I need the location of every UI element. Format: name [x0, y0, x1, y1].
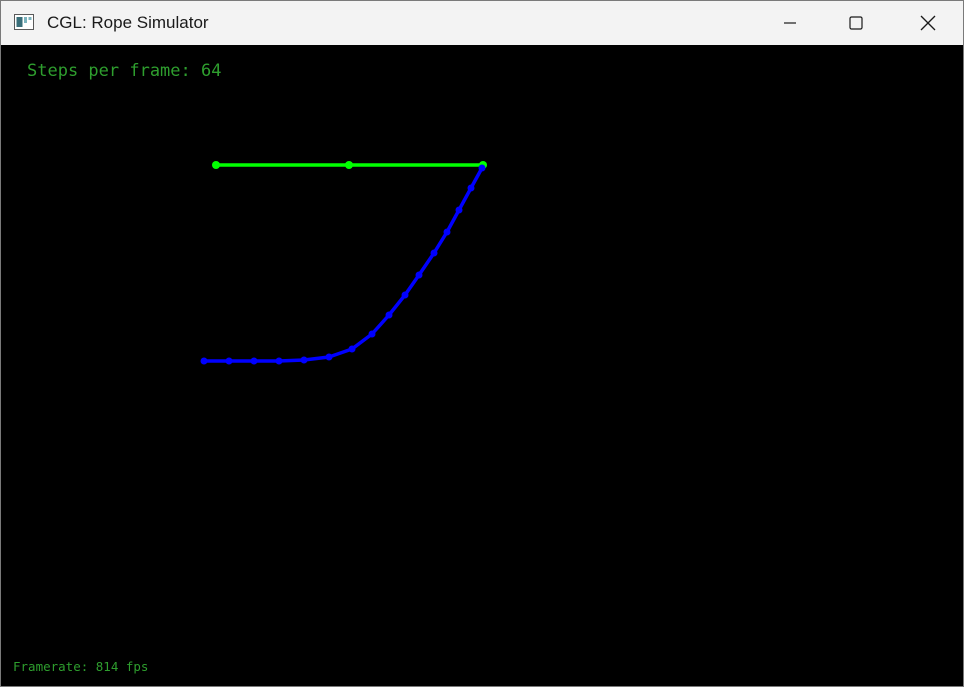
- blue-rope-node[interactable]: [275, 357, 283, 365]
- green-rope-node[interactable]: [345, 161, 353, 169]
- blue-rope-node[interactable]: [455, 206, 463, 214]
- green-rope-node[interactable]: [212, 161, 220, 169]
- steps-per-frame-label: Steps per frame: 64: [27, 61, 222, 81]
- blue-rope-node[interactable]: [478, 164, 486, 172]
- green-rope: [212, 161, 487, 169]
- blue-rope-node[interactable]: [200, 357, 208, 365]
- blue-rope-node[interactable]: [467, 184, 475, 192]
- blue-rope: [200, 164, 486, 365]
- blue-rope-node[interactable]: [385, 311, 393, 319]
- blue-rope-node[interactable]: [348, 345, 356, 353]
- blue-rope-node[interactable]: [250, 357, 258, 365]
- app-window-icon: [14, 14, 34, 30]
- framerate-label: Framerate: 814 fps: [13, 659, 149, 674]
- blue-rope-node[interactable]: [225, 357, 233, 365]
- blue-rope-node[interactable]: [368, 330, 376, 338]
- blue-rope-node[interactable]: [430, 249, 438, 257]
- app-window: CGL: Rope Simulator Steps per frame: 64 …: [0, 0, 964, 687]
- minimize-icon: [784, 22, 796, 24]
- blue-rope-node[interactable]: [401, 291, 409, 299]
- simulation-viewport[interactable]: Steps per frame: 64 Framerate: 814 fps: [1, 45, 963, 686]
- minimize-button[interactable]: [767, 1, 813, 45]
- blue-rope-segments: [204, 167, 484, 363]
- close-button[interactable]: [905, 1, 951, 45]
- window-title: CGL: Rope Simulator: [47, 13, 209, 32]
- rope-scene: [200, 161, 487, 365]
- blue-rope-node[interactable]: [325, 353, 333, 361]
- maximize-button[interactable]: [833, 1, 879, 45]
- blue-rope-node[interactable]: [415, 271, 423, 279]
- close-icon: [920, 15, 936, 31]
- blue-rope-node[interactable]: [300, 356, 308, 364]
- title-bar[interactable]: CGL: Rope Simulator: [1, 1, 963, 45]
- blue-rope-node[interactable]: [443, 228, 451, 236]
- maximize-icon: [849, 16, 863, 30]
